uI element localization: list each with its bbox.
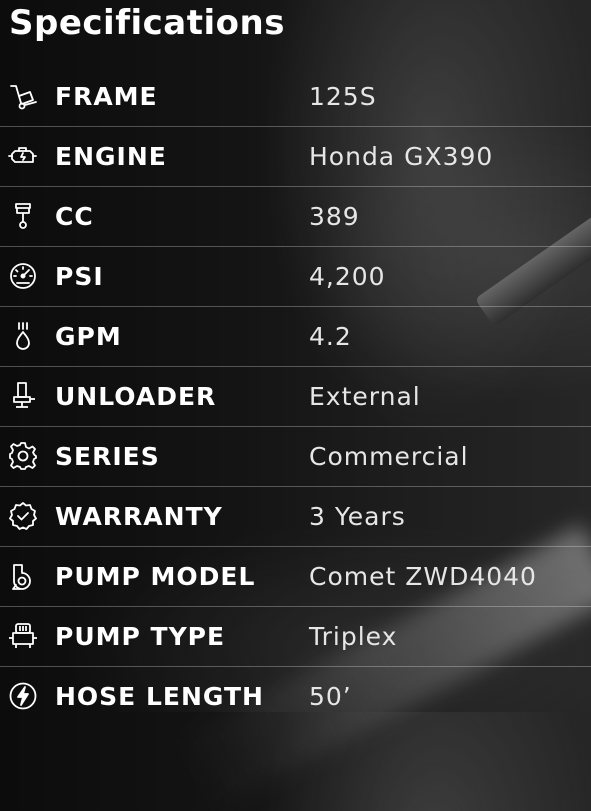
spec-label: FRAME [55,82,158,111]
hand-truck-icon [8,81,38,111]
badge-check-icon [8,501,38,531]
spec-value: Honda GX390 [309,142,494,171]
spec-label: ENGINE [55,142,167,171]
spec-label: UNLOADER [55,382,217,411]
spec-row-frame: FRAME 125S [0,67,591,127]
spec-row-pump-type: PUMP TYPE Triplex [0,607,591,667]
specifications-list: FRAME 125S ENGINE Honda GX390 CC 389 PSI… [0,67,591,727]
triplex-pump-icon [8,621,38,651]
spec-value: 4,200 [309,262,386,291]
spec-row-cc: CC 389 [0,187,591,247]
spec-value: 3 Years [309,502,406,531]
spec-value: 389 [309,202,360,231]
pressure-gauge-icon [8,261,38,291]
spec-value: External [309,382,421,411]
gear-icon [8,441,38,471]
spec-value: 4.2 [309,322,352,351]
spec-label: PSI [55,262,104,291]
spec-row-psi: PSI 4,200 [0,247,591,307]
spec-row-warranty: WARRANTY 3 Years [0,487,591,547]
spec-label: SERIES [55,442,160,471]
spec-row-series: SERIES Commercial [0,427,591,487]
spec-row-engine: ENGINE Honda GX390 [0,127,591,187]
spec-label: PUMP TYPE [55,622,226,651]
valve-icon [8,381,38,411]
spec-value: 50’ [309,682,352,711]
spec-row-pump-model: PUMP MODEL Comet ZWD4040 [0,547,591,607]
spec-row-unloader: UNLOADER External [0,367,591,427]
water-drop-icon [8,321,38,351]
spec-label: PUMP MODEL [55,562,256,591]
pump-icon [8,561,38,591]
spec-value: Commercial [309,442,469,471]
engine-icon [8,141,38,171]
page-title: Specifications [9,3,285,43]
spec-row-gpm: GPM 4.2 [0,307,591,367]
spec-value: Triplex [309,622,398,651]
spec-value: 125S [309,82,377,111]
piston-icon [8,201,38,231]
spec-label: WARRANTY [55,502,223,531]
spec-label: GPM [55,322,122,351]
spec-label: HOSE LENGTH [55,682,264,711]
spec-value: Comet ZWD4040 [309,562,537,591]
spec-row-hose-length: HOSE LENGTH 50’ [0,667,591,727]
lightning-circle-icon [8,681,38,711]
spec-label: CC [55,202,94,231]
